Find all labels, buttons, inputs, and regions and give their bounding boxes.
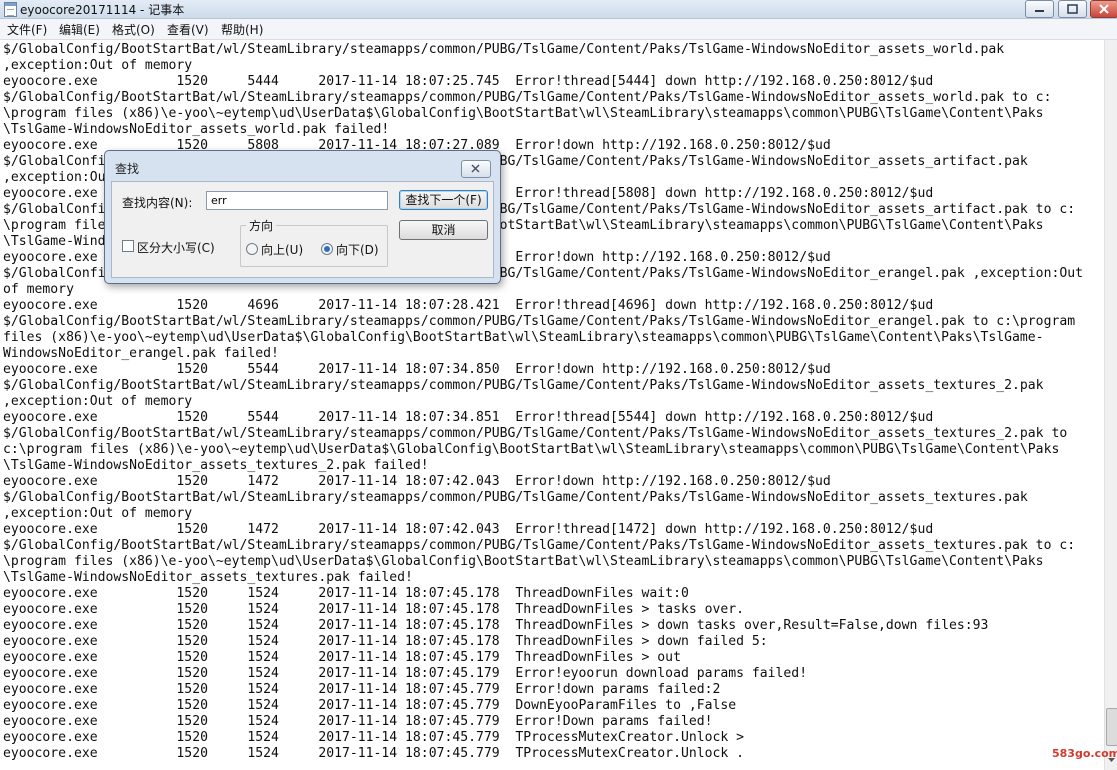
find-dialog-close-button[interactable] [461, 160, 491, 178]
text-line[interactable]: eyoocore.exe 1520 1524 2017-11-14 18:07:… [3, 666, 807, 682]
text-line[interactable]: eyoocore.exe 1520 5544 2017-11-14 18:07:… [3, 362, 831, 378]
text-line[interactable]: $/GlobalConfig/BootStartBat/wl/SteamLibr… [3, 538, 1075, 554]
text-line[interactable]: \program files (x86)\e-yoo\~eytemp\ud\Us… [3, 554, 1044, 570]
text-line[interactable]: WindowsNoEditor_erangel.pak failed! [3, 346, 279, 362]
menu-bar: 文件(F) 编辑(E) 格式(O) 查看(V) 帮助(H) [0, 19, 1117, 40]
text-line[interactable]: $/GlobalConfig/BootStartBat/wl/SteamLibr… [3, 314, 1075, 330]
maximize-icon [1067, 4, 1078, 14]
direction-up-radio[interactable] [246, 243, 258, 255]
direction-label: 方向 [246, 217, 277, 234]
text-line[interactable]: eyoocore.exe 1520 5444 2017-11-14 18:07:… [3, 74, 933, 90]
find-dialog-title: 查找 [115, 162, 140, 176]
direction-down-label[interactable]: 向下(D) [336, 241, 379, 258]
title-bar[interactable]: eyoocore20171114 - 记事本 [0, 0, 1117, 19]
menu-view[interactable]: 查看(V) [167, 21, 209, 38]
text-line[interactable]: eyoocore.exe 1520 1472 2017-11-14 18:07:… [3, 474, 831, 490]
match-case-checkbox[interactable] [122, 240, 134, 252]
text-line[interactable]: \TslGame-WindowsNoEditor_assets_textures… [3, 458, 429, 474]
text-line[interactable]: eyoocore.exe 1520 1472 2017-11-14 18:07:… [3, 522, 933, 538]
text-line[interactable]: eyoocore.exe 1520 4696 2017-11-14 18:07:… [3, 298, 933, 314]
menu-edit[interactable]: 编辑(E) [59, 21, 100, 38]
text-line[interactable]: eyoocore.exe 1520 1524 2017-11-14 18:07:… [3, 714, 712, 730]
text-line[interactable]: eyoocore.exe 1520 1524 2017-11-14 18:07:… [3, 698, 736, 714]
text-line[interactable]: eyoocore.exe 1520 1524 2017-11-14 18:07:… [3, 586, 689, 602]
find-dialog: 查找 查找内容(N): err 查找下一个(F) 取消 方向 向上(U) 向下(… [104, 150, 501, 284]
menu-file[interactable]: 文件(F) [7, 21, 47, 38]
minimize-icon [1035, 10, 1044, 12]
text-line[interactable]: of memory [3, 282, 74, 298]
text-line[interactable]: \program files (x86)\e-yoo\~eytemp\ud\Us… [3, 106, 1044, 122]
text-line[interactable]: $/GlobalConfig/BootStartBat/wl/SteamLibr… [3, 90, 1051, 106]
text-line[interactable]: \TslGame-WindowsNoEditor_assets_world.pa… [3, 122, 389, 138]
match-case-label[interactable]: 区分大小写(C) [137, 239, 215, 256]
text-line[interactable]: $/GlobalConfig/BootStartBat/wl/SteamLibr… [3, 378, 1044, 394]
text-line[interactable]: \TslGame-WindowsNoEditor_assets_textures… [3, 570, 413, 586]
text-line[interactable]: ,exception:Out of memory [3, 58, 192, 74]
text-line[interactable]: $/GlobalConfig/BootStartBat/wl/SteamLibr… [3, 42, 1004, 58]
menu-help[interactable]: 帮助(H) [221, 21, 263, 38]
notepad-window: eyoocore20171114 - 记事本 文件(F) 编辑(E) 格式(O)… [0, 0, 1117, 770]
text-line[interactable]: eyoocore.exe 1520 1524 2017-11-14 18:07:… [3, 634, 768, 650]
text-line[interactable]: eyoocore.exe 1520 5544 2017-11-14 18:07:… [3, 410, 933, 426]
vertical-scrollbar[interactable] [1104, 40, 1117, 770]
text-line[interactable]: $/GlobalConfig/BootStartBat/wl/SteamLibr… [3, 426, 1067, 442]
find-dialog-body: 查找内容(N): err 查找下一个(F) 取消 方向 向上(U) 向下(D) … [111, 181, 494, 278]
direction-up-label[interactable]: 向上(U) [261, 241, 303, 258]
maximize-button[interactable] [1058, 0, 1087, 18]
text-line[interactable]: eyoocore.exe 1520 1524 2017-11-14 18:07:… [3, 618, 988, 634]
text-line[interactable]: $/GlobalConfig/BootStartBat/wl/SteamLibr… [3, 490, 1028, 506]
cancel-button[interactable]: 取消 [399, 220, 488, 240]
text-line[interactable]: ,exception:Out of memory [3, 394, 192, 410]
text-line[interactable]: c:\program files (x86)\e-yoo\~eytemp\ud\… [3, 442, 1059, 458]
find-what-input[interactable]: err [206, 191, 388, 210]
text-line[interactable]: eyoocore.exe 1520 1524 2017-11-14 18:07:… [3, 682, 720, 698]
find-next-button[interactable]: 查找下一个(F) [399, 190, 488, 210]
text-line[interactable]: eyoocore.exe 1520 1524 2017-11-14 18:07:… [3, 602, 744, 618]
close-icon [471, 164, 480, 173]
text-line[interactable]: eyoocore.exe 1520 1524 2017-11-14 18:07:… [3, 746, 744, 762]
notepad-icon [4, 2, 17, 17]
text-line[interactable]: eyoocore.exe 1520 1524 2017-11-14 18:07:… [3, 730, 744, 746]
scrollbar-thumb[interactable] [1106, 708, 1117, 746]
text-line[interactable]: eyoocore.exe 1520 1524 2017-11-14 18:07:… [3, 650, 681, 666]
close-icon [1099, 4, 1109, 14]
close-button[interactable] [1090, 0, 1117, 18]
text-line[interactable]: files (x86)\e-yoo\~eytemp\ud\UserData$\G… [3, 330, 1044, 346]
menu-format[interactable]: 格式(O) [112, 21, 155, 38]
text-line[interactable]: ,exception:Out of memory [3, 506, 192, 522]
watermark: 583go.com [1052, 747, 1117, 760]
window-title: eyoocore20171114 - 记事本 [20, 3, 185, 17]
minimize-button[interactable] [1025, 0, 1054, 18]
direction-down-radio[interactable] [321, 243, 333, 255]
find-what-label: 查找内容(N): [122, 196, 193, 210]
